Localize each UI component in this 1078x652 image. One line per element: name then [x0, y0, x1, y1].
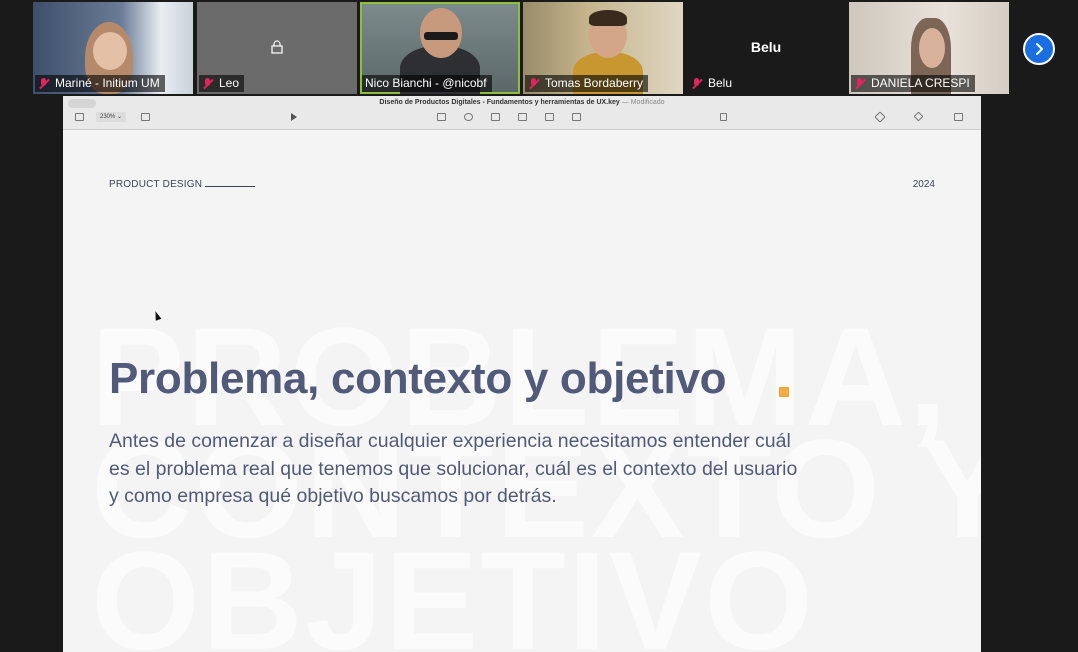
- zoom-dropdown[interactable]: 230% ⌄: [96, 112, 127, 122]
- slide-canvas: PROBLEMA, CONTEXTO Y OBJETIVO PRODUCT DE…: [63, 131, 981, 652]
- chevron-right-icon: [1036, 43, 1043, 55]
- document-name: Diseño de Productos Digitales - Fundamen…: [379, 99, 620, 106]
- play-icon[interactable]: [291, 113, 297, 121]
- participant-name: Nico Bianchi - @nicobf: [365, 76, 487, 90]
- mic-muted-icon: [202, 77, 214, 90]
- participant-name-tag: Mariné - Initium UM: [35, 75, 165, 92]
- mic-muted-icon: [854, 77, 866, 90]
- mic-muted-icon: [528, 77, 540, 90]
- slide-title: Problema, contexto y objetivo: [109, 354, 727, 403]
- participant-name-tag: DANIELA CRESPI: [851, 75, 975, 92]
- animate-icon[interactable]: [913, 111, 924, 122]
- table-icon[interactable]: [437, 113, 446, 121]
- meeting-window: Mariné - Initium UM Leo Nico Bianchi - @…: [0, 0, 1078, 652]
- share-icon[interactable]: [720, 113, 727, 121]
- participant-tile[interactable]: DANIELA CRESPI: [849, 2, 1009, 94]
- document-title: Diseño de Productos Digitales - Fundamen…: [63, 99, 981, 106]
- document-status: — Modificado: [621, 99, 665, 106]
- participant-name-tag: Belu: [688, 75, 737, 92]
- next-participants-button[interactable]: [1023, 33, 1055, 65]
- participant-face: [93, 32, 127, 70]
- participant-tile-active-speaker[interactable]: Nico Bianchi - @nicobf: [360, 2, 520, 94]
- participant-tile[interactable]: Belu Belu: [686, 2, 846, 94]
- add-slide-icon[interactable]: [141, 113, 150, 121]
- participant-name-tag: Tomas Bordaberry: [525, 75, 649, 92]
- slide-body: Antes de comenzar a diseñar cualquier ex…: [109, 430, 798, 507]
- comment-icon[interactable]: [572, 113, 581, 121]
- keynote-titlebar: Diseño de Productos Digitales - Fundamen…: [63, 96, 981, 130]
- media-icon[interactable]: [545, 113, 554, 121]
- slide-header-label: PRODUCT DESIGN: [109, 179, 203, 190]
- mic-muted-icon: [691, 77, 703, 90]
- participant-name: Tomas Bordaberry: [545, 76, 644, 90]
- slide-header: PRODUCT DESIGN: [109, 179, 256, 190]
- sidebar-toggle-icon[interactable]: [75, 113, 84, 121]
- zoom-value: 230%: [100, 114, 116, 120]
- participant-name: DANIELA CRESPI: [871, 76, 970, 90]
- participant-name: Mariné - Initium UM: [55, 76, 160, 90]
- participant-name-tag: Leo: [199, 75, 245, 92]
- text-icon[interactable]: [491, 113, 500, 121]
- participant-tile[interactable]: Leo: [197, 2, 357, 94]
- slide-year: 2024: [912, 179, 935, 190]
- document-icon[interactable]: [954, 113, 963, 121]
- accent-square: [779, 387, 789, 397]
- participant-tile[interactable]: Tomas Bordaberry: [523, 2, 683, 94]
- shape-icon[interactable]: [518, 113, 527, 121]
- header-rule: [205, 186, 256, 187]
- participant-name-tag: Nico Bianchi - @nicobf: [362, 75, 492, 92]
- mic-muted-icon: [38, 77, 50, 90]
- camera-off-icon: [271, 40, 283, 54]
- participant-name: Belu: [708, 76, 733, 90]
- participant-video-off-label: Belu: [750, 39, 782, 55]
- hair: [589, 10, 627, 26]
- shared-screen-keynote-window: Diseño de Productos Digitales - Fundamen…: [63, 96, 981, 652]
- glasses: [424, 32, 458, 40]
- format-icon[interactable]: [874, 111, 886, 123]
- participant-face: [919, 28, 945, 68]
- chart-icon[interactable]: [464, 113, 473, 121]
- participant-name: Leo: [219, 76, 240, 90]
- participant-tile[interactable]: Mariné - Initium UM: [33, 2, 193, 94]
